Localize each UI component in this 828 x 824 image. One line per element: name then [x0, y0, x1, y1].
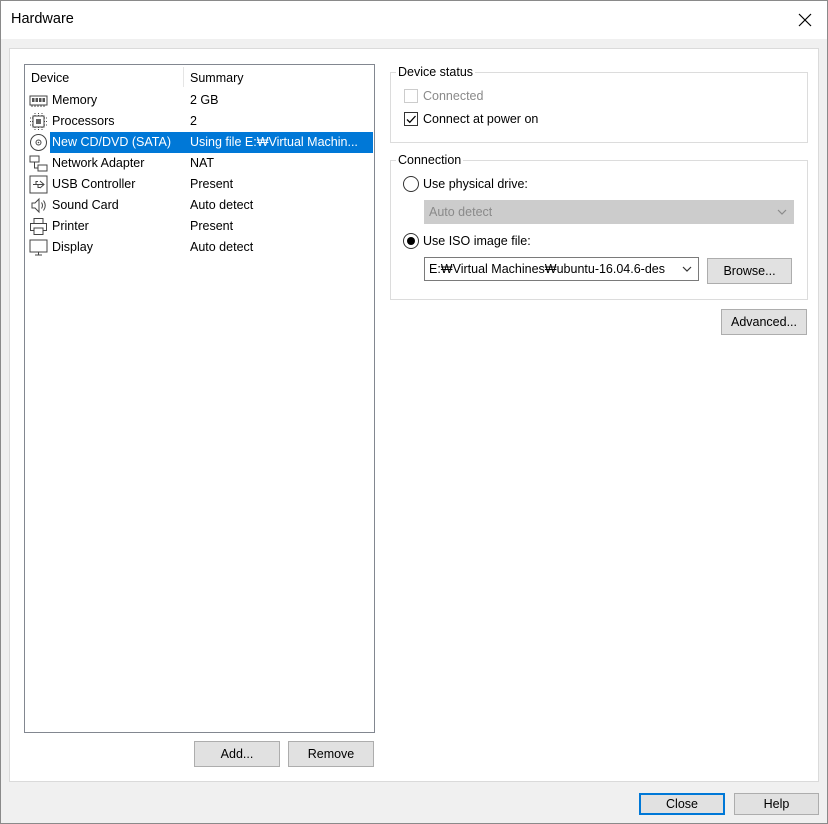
title-bar: Hardware — [1, 1, 827, 39]
device-summary: NAT — [190, 156, 215, 170]
iso-image-radio[interactable] — [403, 233, 419, 249]
device-summary: Auto detect — [190, 240, 254, 254]
chevron-down-icon[interactable] — [681, 263, 693, 275]
add-button[interactable]: Add... — [194, 741, 280, 767]
iso-path-value: E:₩Virtual Machines₩ubuntu-16.04.6-des — [429, 262, 665, 276]
cd-dvd-icon — [29, 133, 48, 152]
physical-drive-label: Use physical drive: — [423, 177, 528, 191]
browse-button[interactable]: Browse... — [707, 258, 792, 284]
help-button[interactable]: Help — [734, 793, 819, 815]
hardware-dialog: Hardware Device Summary Memory 2 GB Proc… — [0, 0, 828, 824]
processor-icon — [29, 112, 48, 131]
device-row-processors[interactable]: Processors 2 — [25, 111, 374, 132]
connected-label: Connected — [423, 89, 484, 103]
device-row-cd-dvd[interactable]: New CD/DVD (SATA) Using file E:₩Virtual … — [25, 132, 374, 153]
device-name: Sound Card — [52, 198, 119, 212]
device-summary: 2 GB — [190, 93, 219, 107]
iso-image-label: Use ISO image file: — [423, 234, 531, 248]
dialog-content: Device Summary Memory 2 GB Processors 2 — [9, 48, 819, 782]
device-row-sound-card[interactable]: Sound Card Auto detect — [25, 195, 374, 216]
advanced-button[interactable]: Advanced... — [721, 309, 807, 335]
device-name: USB Controller — [52, 177, 136, 191]
iso-path-combo[interactable]: E:₩Virtual Machines₩ubuntu-16.04.6-des — [424, 257, 699, 281]
device-summary: 2 — [190, 114, 197, 128]
device-row-memory[interactable]: Memory 2 GB — [25, 90, 374, 111]
device-status-title: Device status — [396, 65, 476, 79]
network-adapter-icon — [29, 154, 48, 173]
device-row-display[interactable]: Display Auto detect — [25, 237, 374, 258]
checkmark-icon — [406, 115, 416, 124]
display-icon — [29, 238, 48, 257]
device-summary: Auto detect — [190, 198, 254, 212]
connected-checkbox[interactable] — [404, 89, 418, 103]
device-status-group — [390, 72, 808, 143]
sound-icon — [29, 196, 48, 215]
device-name: New CD/DVD (SATA) — [50, 132, 183, 153]
column-separator[interactable] — [183, 67, 184, 87]
device-row-usb-controller[interactable]: USB Controller Present — [25, 174, 374, 195]
device-summary: Using file E:₩Virtual Machin... — [183, 132, 373, 153]
device-name: Processors — [52, 114, 115, 128]
physical-drive-select[interactable]: Auto detect — [424, 200, 794, 224]
device-name: Display — [52, 240, 93, 254]
window-title: Hardware — [11, 11, 74, 27]
dialog-footer: Close Help — [1, 783, 827, 823]
memory-icon — [29, 91, 48, 110]
device-list[interactable]: Device Summary Memory 2 GB Processors 2 — [24, 64, 375, 733]
device-row-network-adapter[interactable]: Network Adapter NAT — [25, 153, 374, 174]
usb-icon — [29, 175, 48, 194]
device-summary: Present — [190, 219, 234, 233]
connect-at-power-on-label: Connect at power on — [423, 112, 539, 126]
physical-drive-radio[interactable] — [403, 176, 419, 192]
column-header-device[interactable]: Device — [31, 71, 69, 85]
remove-button[interactable]: Remove — [288, 741, 374, 767]
device-summary: Present — [190, 177, 234, 191]
device-name: Network Adapter — [52, 156, 145, 170]
close-icon[interactable] — [783, 1, 827, 39]
list-header: Device Summary — [25, 65, 374, 89]
connect-at-power-on-checkbox[interactable] — [404, 112, 418, 126]
chevron-down-icon — [777, 209, 787, 215]
column-header-summary[interactable]: Summary — [190, 71, 243, 85]
device-name: Memory — [52, 93, 98, 107]
close-button[interactable]: Close — [639, 793, 725, 815]
physical-drive-value: Auto detect — [429, 205, 493, 219]
connection-title: Connection — [396, 153, 464, 167]
device-row-printer[interactable]: Printer Present — [25, 216, 374, 237]
printer-icon — [29, 217, 48, 236]
device-name: Printer — [52, 219, 89, 233]
